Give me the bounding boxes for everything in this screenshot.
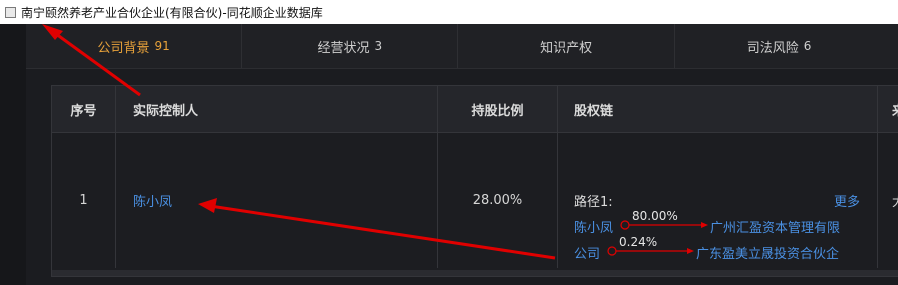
window-title: 南宁颐然养老产业合伙企业(有限合伙)-同花顺企业数据库: [21, 5, 323, 20]
tab-label: 知识产权: [540, 40, 593, 56]
tab-intellectual-property[interactable]: 知识产权: [458, 24, 675, 68]
window-titlebar: 南宁颐然养老产业合伙企业(有限合伙)-同花顺企业数据库: [0, 0, 898, 24]
actual-controller-table: 序号 实际控制人 持股比例 股权链 来 1 陈小凤 28.00% 路径1: 更多…: [51, 85, 898, 277]
row-extra-text: 大: [892, 191, 898, 210]
header-extra-partial: 来: [878, 86, 898, 132]
tab-label: 经营状况: [317, 40, 370, 56]
tab-count: 3: [374, 39, 383, 53]
header-index: 序号: [52, 86, 116, 132]
table-header: 序号 实际控制人 持股比例 股权链 来: [52, 86, 898, 133]
header-controller: 实际控制人: [116, 86, 438, 132]
equity-chain: 路径1: 更多 陈小凤 80.00% 广州汇盈资本管理有限 公司 0.24% 广…: [558, 133, 878, 268]
controller-link[interactable]: 陈小凤: [133, 191, 172, 210]
tab-count: 6: [803, 39, 812, 53]
chain-node-icon: [620, 220, 630, 230]
tab-bar: 公司背景 91 经营状况 3 知识产权 司法风险 6: [26, 24, 898, 69]
row-extra-partial: 大: [878, 133, 898, 268]
chain-node-icon: [607, 246, 617, 256]
tab-label: 司法风险: [746, 40, 799, 56]
chain-arrow-icon: [701, 222, 708, 228]
tab-judicial-risk[interactable]: 司法风险 6: [675, 24, 898, 68]
chain-arrows: [607, 220, 708, 256]
tab-count: 91: [154, 39, 170, 53]
tab-operating-status[interactable]: 经营状况 3: [242, 24, 459, 68]
header-ratio: 持股比例: [438, 86, 558, 132]
window-app-icon: [5, 6, 16, 18]
row-chain-cell: 路径1: 更多 陈小凤 80.00% 广州汇盈资本管理有限 公司 0.24% 广…: [558, 133, 878, 268]
header-chain: 股权链: [558, 86, 878, 132]
left-sidebar-strip: [0, 24, 26, 285]
chain-arrow-icon: [687, 248, 694, 254]
tab-company-background[interactable]: 公司背景 91: [26, 24, 243, 68]
table-row: 1 陈小凤 28.00% 路径1: 更多 陈小凤 80.00% 广州汇盈资本管理…: [52, 133, 898, 268]
tab-label: 公司背景: [97, 40, 150, 56]
header-extra-text: 来: [892, 100, 898, 119]
row-controller-cell: 陈小凤: [116, 133, 438, 268]
horizontal-scrollbar[interactable]: [52, 270, 898, 276]
row-ratio: 28.00%: [438, 133, 558, 268]
row-index: 1: [52, 133, 116, 268]
